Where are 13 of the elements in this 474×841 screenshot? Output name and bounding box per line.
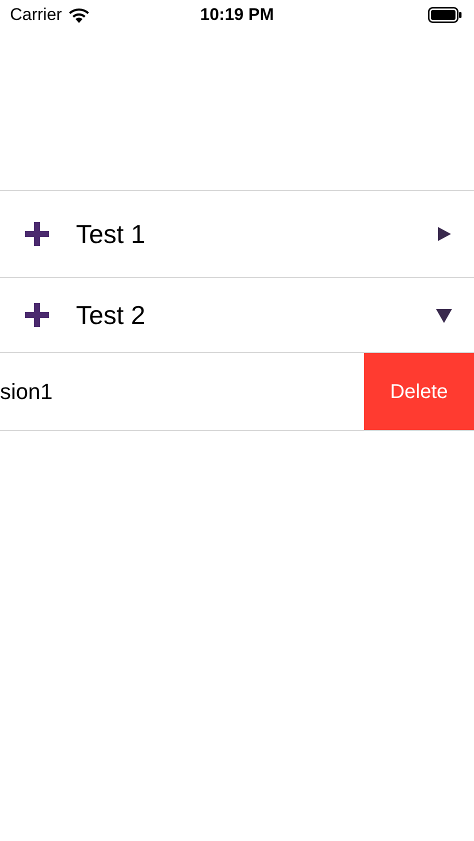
group-title: Test 1 [76,218,146,250]
item-label: sion1 [0,378,54,406]
time-label: 10:19 PM [200,4,274,26]
plus-icon[interactable] [25,222,49,246]
caret-right-icon[interactable] [436,226,452,242]
battery-icon [428,7,462,23]
wifi-icon [68,7,90,23]
caret-down-icon[interactable] [436,307,452,323]
group-title: Test 2 [76,298,146,332]
group-row[interactable]: Test 1 [0,191,474,278]
plus-icon[interactable] [25,303,49,327]
delete-button[interactable]: Delete [364,353,474,430]
carrier-label: Carrier [10,4,62,26]
